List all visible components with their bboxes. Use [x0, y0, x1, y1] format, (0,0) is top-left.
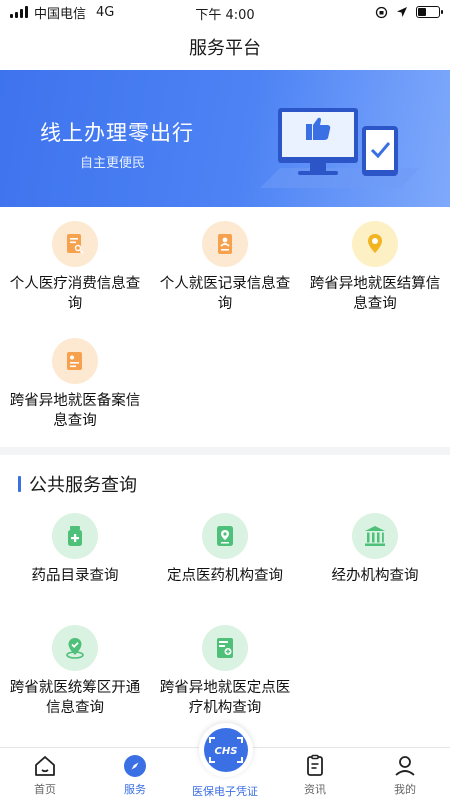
network-type: 4G — [96, 4, 115, 20]
service-label: 定点医药机构查询 — [167, 568, 283, 584]
service-label: 跨省异地就医定点医疗机构查询 — [159, 680, 291, 716]
status-bar: 中国电信 4G — [0, 0, 450, 24]
banner-title: 线上办理零出行 — [40, 121, 194, 145]
filing-document-icon — [52, 338, 98, 384]
tab-label: 资讯 — [304, 783, 326, 796]
service-label: 个人医疗消费信息查询 — [9, 276, 141, 312]
tab-home[interactable]: 首页 — [0, 748, 90, 800]
nav-bar: 服务平台 — [0, 24, 450, 70]
service-label: 药品目录查询 — [31, 568, 119, 584]
tab-label: 服务 — [124, 783, 146, 796]
service-label: 经办机构查询 — [331, 568, 419, 584]
tab-services[interactable]: 服务 — [90, 748, 180, 800]
promo-banner[interactable]: 线上办理零出行 自主更便民 — [0, 70, 450, 207]
compass-icon — [124, 755, 146, 777]
institution-building-icon — [352, 513, 398, 559]
carrier-name: 中国电信 — [34, 6, 87, 22]
designated-pharmacy-icon — [202, 513, 248, 559]
public-services-section: 公共服务查询 药品目录查询 定点医药机构查询 经办机构查询 跨省就医统筹区开通信… — [0, 455, 450, 747]
section-title: 公共服务查询 — [18, 471, 137, 497]
tab-label: 首页 — [34, 783, 56, 796]
service-label: 个人就医记录信息查询 — [159, 276, 291, 312]
page-title: 服务平台 — [189, 38, 261, 59]
hospital-document-icon — [202, 625, 248, 671]
medical-insurance-e-voucher-button[interactable]: CHS — [199, 723, 253, 777]
medicine-bottle-icon — [52, 513, 98, 559]
service-item-drug-catalog[interactable]: 药品目录查询 — [0, 513, 150, 586]
service-item-personal-medical-records[interactable]: 个人就医记录信息查询 — [150, 221, 300, 314]
service-label: 跨省异地就医备案信息查询 — [9, 393, 141, 429]
tab-news[interactable]: 资讯 — [270, 748, 360, 800]
chs-badge-text: CHS — [215, 746, 238, 757]
home-icon — [35, 756, 55, 776]
tab-profile[interactable]: 我的 — [360, 748, 450, 800]
tab-label: 我的 — [394, 783, 416, 796]
service-label: 跨省异地就医结算信息查询 — [309, 276, 441, 312]
medical-record-icon — [202, 221, 248, 267]
service-item-cross-province-settlement[interactable]: 跨省异地就医结算信息查询 — [300, 221, 450, 314]
personal-services-section: 个人医疗消费信息查询 个人就医记录信息查询 跨省异地就医结算信息查询 跨省异地就… — [0, 207, 450, 447]
computer-thumbs-up-illustration — [260, 108, 420, 188]
service-item-pooling-region[interactable]: 跨省就医统筹区开通信息查询 — [0, 625, 150, 718]
news-icon — [307, 754, 323, 776]
section-title-accent-bar — [18, 476, 21, 492]
document-search-icon — [52, 221, 98, 267]
orientation-lock-icon — [375, 6, 388, 18]
banner-subtitle: 自主更便民 — [80, 156, 146, 171]
tab-label: 医保电子凭证 — [192, 785, 258, 798]
profile-icon — [395, 756, 415, 776]
section-title-text: 公共服务查询 — [29, 475, 137, 496]
service-item-cross-province-filing[interactable]: 跨省异地就医备案信息查询 — [0, 338, 150, 431]
chs-icon: CHS — [204, 728, 248, 772]
service-item-agency[interactable]: 经办机构查询 — [300, 513, 450, 586]
battery-icon — [416, 6, 443, 18]
service-item-personal-medical-spending[interactable]: 个人医疗消费信息查询 — [0, 221, 150, 314]
location-pin-icon — [352, 221, 398, 267]
service-label: 跨省就医统筹区开通信息查询 — [9, 680, 141, 716]
location-arrow-icon — [397, 7, 407, 17]
service-item-designated-pharmacy[interactable]: 定点医药机构查询 — [150, 513, 300, 586]
map-check-icon — [52, 625, 98, 671]
service-item-designated-hospital[interactable]: 跨省异地就医定点医疗机构查询 — [150, 625, 300, 718]
signal-strength-icon — [10, 6, 28, 18]
